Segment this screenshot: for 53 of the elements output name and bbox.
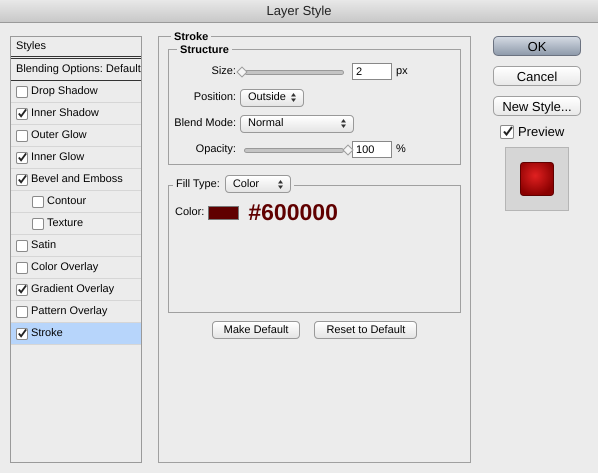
action-button[interactable]: Make Default xyxy=(212,321,300,339)
number-field[interactable]: 100 xyxy=(352,141,392,158)
dropdown[interactable]: Normal xyxy=(240,114,354,132)
action-button[interactable]: Reset to Default xyxy=(314,321,418,339)
stepper-icon xyxy=(291,93,296,102)
field-label: Opacity: xyxy=(194,142,237,158)
preview-square-icon xyxy=(520,162,554,196)
style-item[interactable]: Blending Options: Default xyxy=(11,59,141,81)
style-item[interactable]: Drop Shadow xyxy=(11,81,141,103)
slider-thumb[interactable] xyxy=(236,66,248,78)
field-label: Position: xyxy=(192,90,237,106)
style-item[interactable]: Inner Glow xyxy=(11,147,141,169)
style-item[interactable]: Outer Glow xyxy=(11,125,141,147)
style-item[interactable]: Satin xyxy=(11,235,141,257)
window-title: Layer Style xyxy=(266,2,332,20)
color-value: #600000 xyxy=(248,201,338,224)
style-item[interactable]: Color Overlay xyxy=(11,257,141,279)
number-field[interactable]: 2 xyxy=(352,63,392,80)
color-swatch[interactable] xyxy=(208,206,240,220)
unit-label: px xyxy=(396,64,408,80)
checkbox[interactable] xyxy=(16,240,28,252)
stepper-icon xyxy=(341,119,346,128)
field-label: Size: xyxy=(210,64,237,80)
dropdown[interactable]: Outside xyxy=(240,88,304,106)
style-item[interactable]: Bevel and Emboss xyxy=(11,169,141,191)
field-label: Blend Mode: xyxy=(173,116,237,132)
dropdown[interactable]: Color xyxy=(224,175,291,193)
field-label: Color: xyxy=(175,205,204,220)
style-item[interactable]: Inner Shadow xyxy=(11,103,141,125)
checkbox-label: Preview xyxy=(518,123,564,141)
checkbox[interactable] xyxy=(16,152,28,164)
checkbox[interactable] xyxy=(500,124,514,139)
checkbox[interactable] xyxy=(16,108,28,120)
dialog-button[interactable]: New Style... xyxy=(493,96,581,116)
list-header: Styles xyxy=(16,39,46,54)
checkbox[interactable] xyxy=(16,284,28,296)
checkbox[interactable] xyxy=(32,218,44,230)
checkbox[interactable] xyxy=(16,86,28,98)
field-label: Fill Type: xyxy=(176,176,220,192)
checkbox[interactable] xyxy=(32,196,44,208)
checkbox[interactable] xyxy=(16,174,28,186)
checkbox[interactable] xyxy=(16,306,28,318)
style-item[interactable]: Texture xyxy=(11,213,141,235)
checkbox[interactable] xyxy=(16,262,28,274)
style-item[interactable]: Contour xyxy=(11,191,141,213)
unit-label: % xyxy=(396,142,406,158)
stepper-icon xyxy=(278,180,283,188)
dialog-button[interactable]: Cancel xyxy=(493,66,581,86)
style-item[interactable]: Gradient Overlay xyxy=(11,279,141,301)
checkbox[interactable] xyxy=(16,130,28,142)
checkbox[interactable] xyxy=(16,328,28,340)
style-item[interactable]: Stroke xyxy=(11,323,141,345)
dialog-button[interactable]: OK xyxy=(493,36,581,56)
